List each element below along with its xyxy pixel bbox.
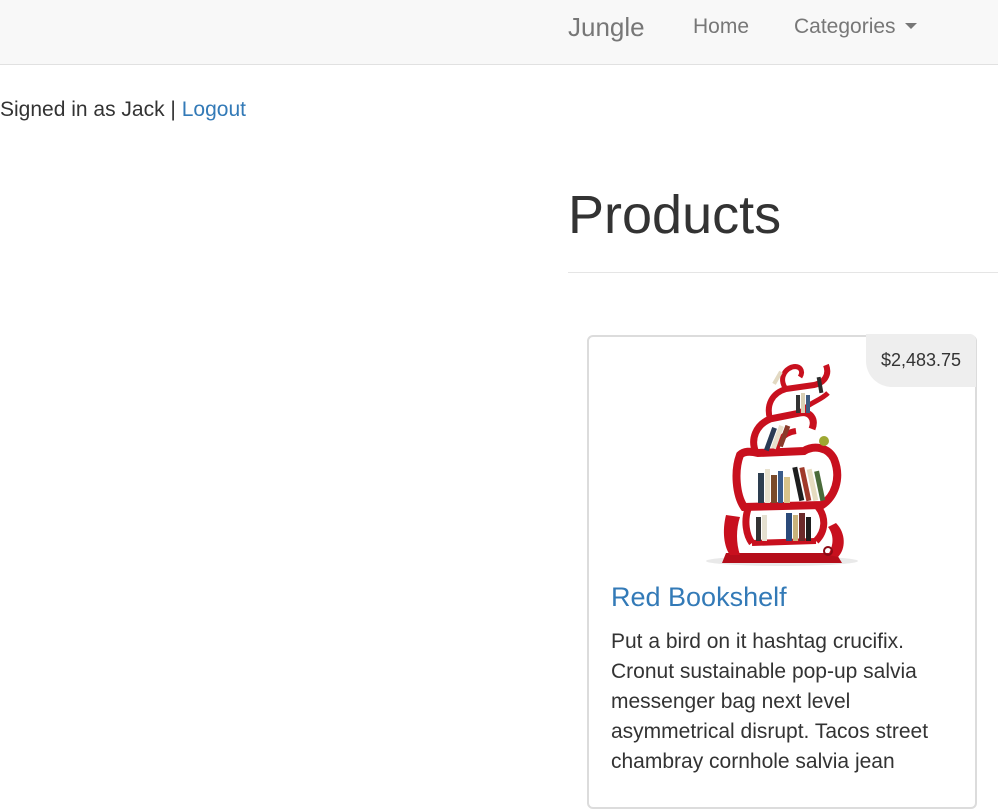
product-name-link[interactable]: Red Bookshelf <box>611 580 787 614</box>
product-description: Put a bird on it hashtag crucifix. Cronu… <box>611 630 929 773</box>
page-title: Products <box>568 185 782 245</box>
nav-home-link[interactable]: Home <box>693 15 749 39</box>
nav-categories-dropdown[interactable]: Categories <box>794 15 917 39</box>
red-bookshelf-image[interactable] <box>696 355 868 567</box>
brand-link[interactable]: Jungle <box>568 12 645 42</box>
top-navbar: Jungle Home Categories <box>0 0 998 65</box>
categories-label: Categories <box>794 15 896 38</box>
caret-down-icon <box>904 23 917 30</box>
signed-in-status: Signed in as Jack | Logout <box>0 97 246 123</box>
logout-link[interactable]: Logout <box>182 98 246 121</box>
signed-in-text: Signed in as Jack | <box>0 98 182 121</box>
title-divider <box>568 272 998 273</box>
price-badge: $2,483.75 <box>866 334 976 387</box>
